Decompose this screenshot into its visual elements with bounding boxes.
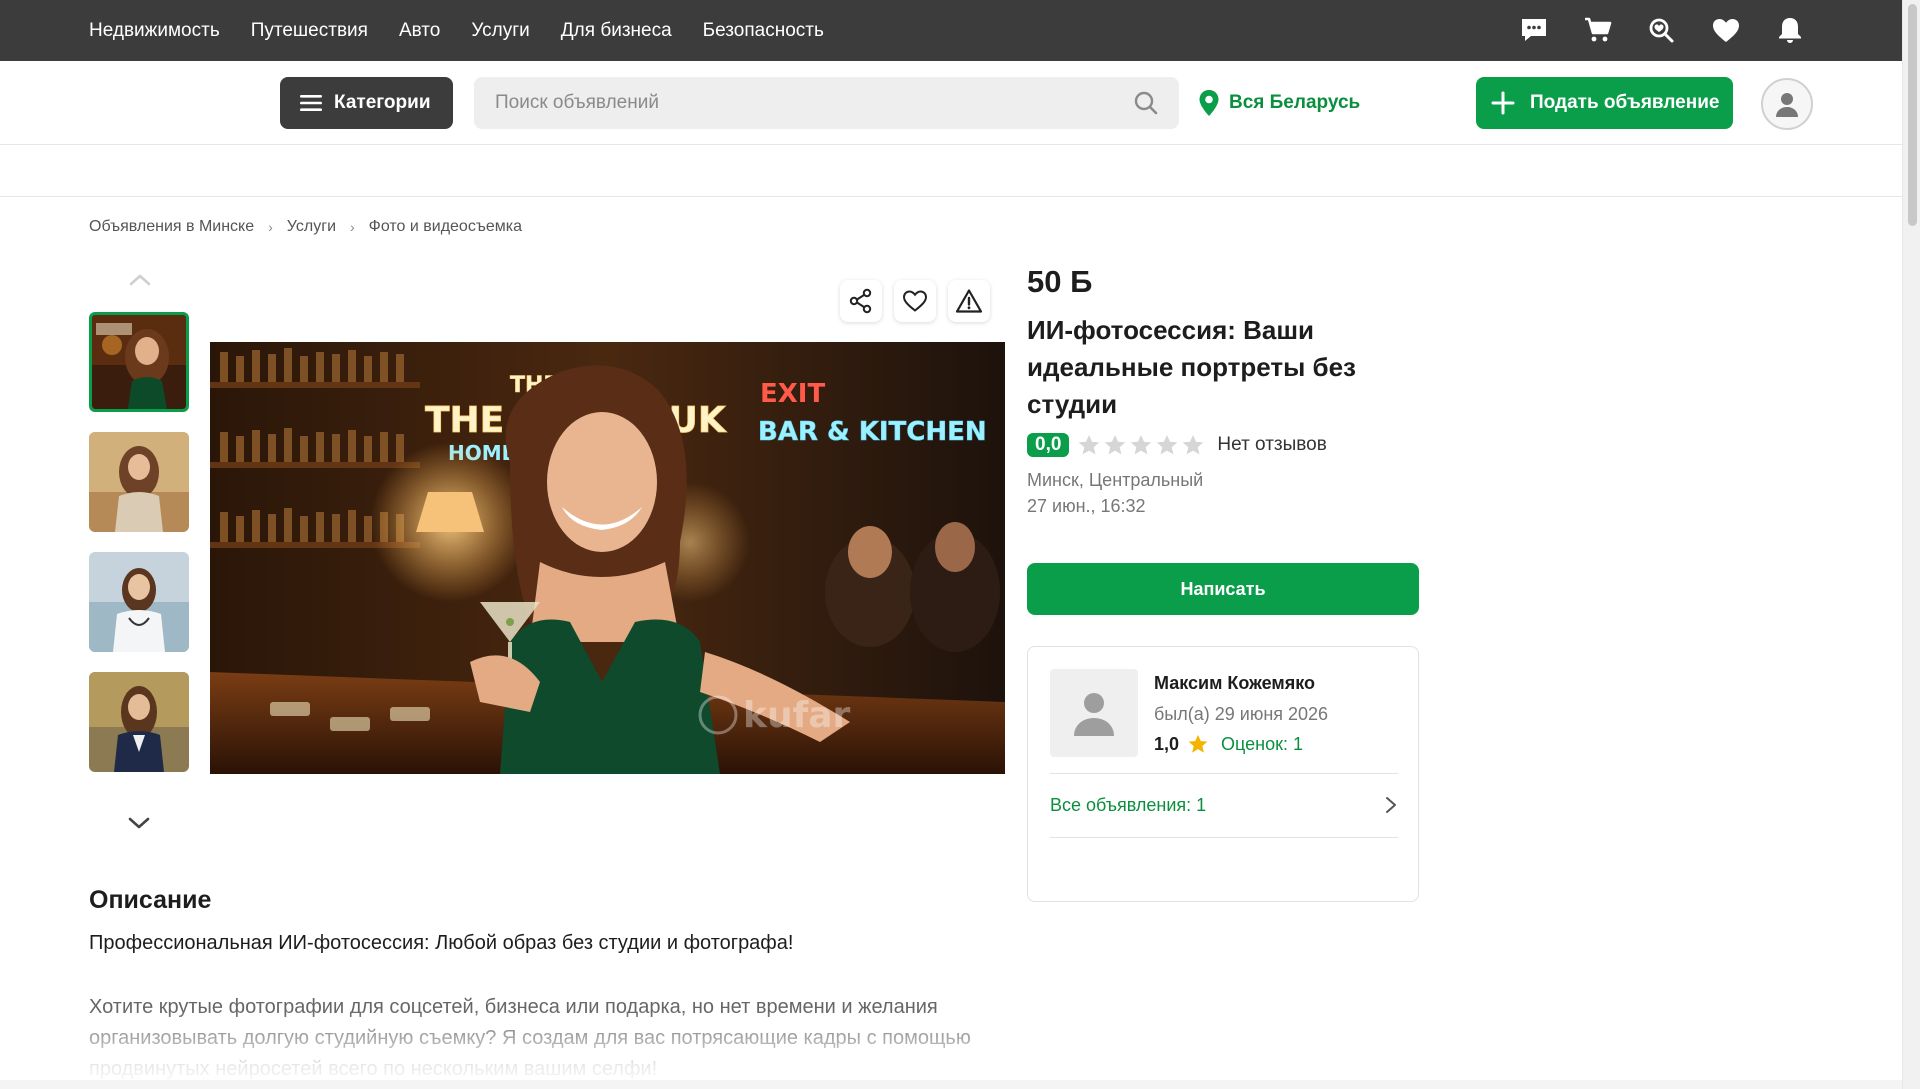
seller-card: Максим Кожемяко был(а) 29 июня 2026 1,0 … bbox=[1027, 646, 1419, 902]
breadcrumb: Объявления в Минске › Услуги › Фото и ви… bbox=[89, 218, 522, 236]
categories-button[interactable]: Категории bbox=[280, 77, 453, 129]
favorite-heart-icon[interactable] bbox=[894, 280, 936, 322]
kufar-watermark-text: kufar bbox=[743, 695, 851, 736]
report-warning-icon[interactable] bbox=[948, 280, 990, 322]
gallery-thumbnail[interactable] bbox=[89, 312, 189, 412]
gallery-thumbnail[interactable] bbox=[89, 552, 189, 652]
seller-avatar[interactable] bbox=[1050, 669, 1138, 757]
site-header: Категории Вся Беларусь Подать объявление bbox=[0, 61, 1902, 145]
top-nav-bar: Недвижимость Путешествия Авто Услуги Для… bbox=[0, 0, 1902, 61]
seller-rating-value: 1,0 bbox=[1154, 733, 1180, 754]
breadcrumb-item-photo-video[interactable]: Фото и видеосъемка bbox=[369, 218, 522, 236]
region-label: Вся Беларусь bbox=[1229, 92, 1361, 113]
rating-badge: 0,0 bbox=[1027, 433, 1070, 457]
top-nav-links: Недвижимость Путешествия Авто Услуги Для… bbox=[89, 0, 824, 61]
seller-divider bbox=[1050, 837, 1398, 838]
breadcrumb-item-services[interactable]: Услуги bbox=[287, 218, 336, 236]
region-selector[interactable]: Вся Беларусь bbox=[1197, 77, 1360, 129]
plus-icon bbox=[1491, 91, 1515, 115]
listing-price: 50 Б bbox=[1027, 264, 1093, 299]
page-scrollbar[interactable] bbox=[1902, 0, 1920, 1089]
image-actions bbox=[840, 280, 990, 322]
seller-name[interactable]: Максим Кожемяко bbox=[1154, 673, 1315, 694]
description-lead: Профессиональная ИИ-фотосессия: Любой об… bbox=[89, 932, 794, 954]
star-empty-icon bbox=[1079, 435, 1100, 455]
reviews-count: Нет отзывов bbox=[1217, 434, 1327, 455]
user-icon bbox=[1776, 93, 1798, 117]
listing-location: Минск, Центральный bbox=[1027, 470, 1204, 490]
cart-icon[interactable] bbox=[1580, 12, 1616, 48]
search-input[interactable] bbox=[495, 92, 1115, 114]
listing-date: 27 июн., 16:32 bbox=[1027, 496, 1146, 516]
location-pin-icon bbox=[1199, 90, 1219, 116]
post-ad-label: Подать объявление bbox=[1530, 92, 1720, 113]
nav-link-safety[interactable]: Безопасность bbox=[703, 20, 824, 42]
menu-icon bbox=[300, 95, 322, 111]
star-filled-icon bbox=[1188, 734, 1208, 753]
nav-link-real-estate[interactable]: Недвижимость bbox=[89, 20, 220, 42]
search-icon[interactable] bbox=[1133, 90, 1159, 121]
chevron-right-icon: › bbox=[350, 219, 355, 235]
seller-last-seen: был(а) 29 июня 2026 bbox=[1154, 704, 1329, 724]
seller-ratings-count[interactable]: Оценок: 1 bbox=[1221, 734, 1303, 755]
star-empty-icon bbox=[1131, 435, 1152, 455]
gallery-thumbnail[interactable] bbox=[89, 672, 189, 772]
svg-text:BAR & KITCHEN: BAR & KITCHEN bbox=[758, 417, 987, 447]
write-message-button[interactable]: Написать bbox=[1027, 563, 1419, 615]
breadcrumb-item-minsk[interactable]: Объявления в Минске bbox=[89, 218, 254, 236]
rating-stars bbox=[1077, 433, 1205, 457]
nav-link-travel[interactable]: Путешествия bbox=[251, 20, 368, 42]
description-heading: Описание bbox=[89, 886, 212, 914]
user-icon bbox=[1074, 693, 1114, 736]
gallery-down-arrow-icon[interactable] bbox=[127, 815, 151, 836]
chevron-right-icon bbox=[1386, 797, 1396, 813]
gallery-thumbnail[interactable] bbox=[89, 432, 189, 532]
seller-rating: 1,0 Оценок: 1 bbox=[1154, 733, 1303, 755]
profile-button[interactable] bbox=[1761, 78, 1813, 130]
share-icon[interactable] bbox=[840, 280, 882, 322]
nav-link-auto[interactable]: Авто bbox=[399, 20, 440, 42]
seller-all-ads-label: Все объявления: 1 bbox=[1050, 794, 1207, 815]
description-fade-overlay bbox=[0, 1010, 1902, 1089]
bottom-bar bbox=[0, 1080, 1902, 1089]
main-listing-image[interactable]: THE THE COZY NUK HOMLY PALENT EXIT BAR &… bbox=[210, 342, 1005, 774]
scrollbar-thumb[interactable] bbox=[1908, 4, 1917, 226]
listing-title: ИИ-фотосессия: Ваши идеальные портреты б… bbox=[1027, 315, 1356, 419]
heart-icon[interactable] bbox=[1708, 12, 1744, 48]
categories-label: Категории bbox=[334, 92, 431, 113]
top-nav-icons bbox=[1516, 12, 1808, 48]
nav-link-services[interactable]: Услуги bbox=[471, 20, 529, 42]
chat-icon[interactable] bbox=[1516, 12, 1552, 48]
star-empty-icon bbox=[1157, 435, 1178, 455]
svg-text:EXIT: EXIT bbox=[760, 379, 825, 409]
listing-rating: 0,0 Нет отзывов bbox=[1027, 433, 1327, 457]
header-divider bbox=[0, 144, 1902, 145]
subheader-divider bbox=[0, 196, 1902, 197]
star-empty-icon bbox=[1183, 435, 1204, 455]
nav-link-business[interactable]: Для бизнеса bbox=[561, 20, 672, 42]
search-box bbox=[474, 77, 1179, 129]
star-empty-icon bbox=[1105, 435, 1126, 455]
bell-icon[interactable] bbox=[1772, 12, 1808, 48]
chevron-right-icon: › bbox=[268, 219, 273, 235]
saved-search-icon[interactable] bbox=[1644, 12, 1680, 48]
seller-all-ads-link[interactable]: Все объявления: 1 bbox=[1050, 773, 1398, 837]
post-ad-button[interactable]: Подать объявление bbox=[1476, 77, 1733, 129]
gallery-up-arrow-icon[interactable] bbox=[128, 272, 152, 293]
